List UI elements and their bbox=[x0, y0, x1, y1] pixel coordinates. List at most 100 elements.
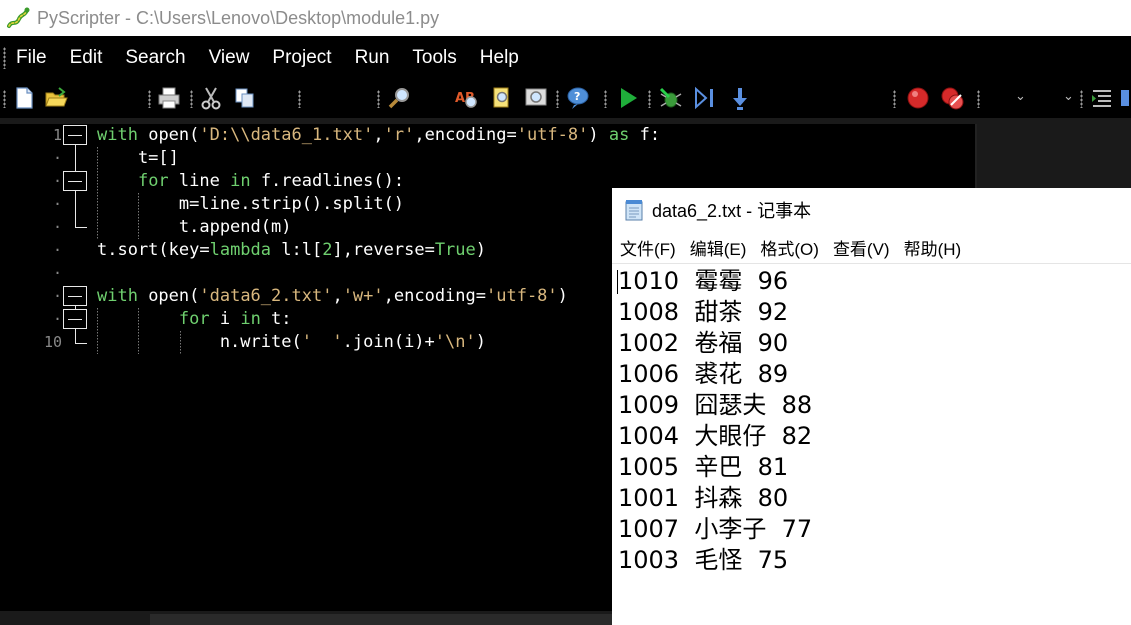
code-number: 2 bbox=[322, 240, 333, 260]
toolbar: AB ? ⌄ ⌄ bbox=[0, 80, 1131, 116]
svg-text:?: ? bbox=[574, 90, 580, 103]
horizontal-scrollbar[interactable] bbox=[150, 614, 612, 625]
menu-view[interactable]: View bbox=[209, 47, 250, 69]
step-over-icon[interactable] bbox=[726, 84, 754, 112]
code-line[interactable]: t=[] bbox=[97, 147, 179, 170]
code-text: ],reverse= bbox=[332, 240, 435, 260]
indent-icon[interactable] bbox=[1088, 84, 1116, 112]
line-number: · bbox=[52, 172, 62, 190]
find-icon[interactable] bbox=[386, 84, 414, 112]
toolbar-separator bbox=[977, 90, 980, 108]
new-file-icon[interactable] bbox=[10, 84, 38, 112]
fold-collapse-icon[interactable] bbox=[63, 286, 87, 306]
open-file-icon[interactable] bbox=[42, 84, 70, 112]
text-line: 1006 裘花 89 bbox=[618, 360, 789, 388]
text-line: 1002 卷福 90 bbox=[618, 329, 789, 357]
code-text: t: bbox=[260, 309, 292, 329]
step-into-icon[interactable] bbox=[691, 84, 719, 112]
notepad-menu-format[interactable]: 格式(O) bbox=[760, 235, 819, 260]
code-text: ) bbox=[557, 286, 568, 306]
toolbar-grip[interactable] bbox=[3, 90, 6, 108]
line-number: · bbox=[52, 149, 62, 167]
code-string: '\n' bbox=[434, 332, 476, 352]
toolbar-separator bbox=[893, 90, 896, 108]
text-line: 1010 霉霉 96 bbox=[618, 267, 789, 295]
menu-file[interactable]: File bbox=[16, 47, 47, 69]
help-icon[interactable]: ? bbox=[564, 84, 592, 112]
notepad-title: data6_2.txt - 记事本 bbox=[652, 200, 812, 221]
fold-collapse-icon[interactable] bbox=[63, 309, 87, 329]
run-icon[interactable] bbox=[614, 84, 642, 112]
copy-icon[interactable] bbox=[231, 84, 259, 112]
menu-search[interactable]: Search bbox=[125, 47, 185, 69]
toolbar-separator bbox=[648, 90, 651, 108]
code-line[interactable]: t.append(m) bbox=[97, 216, 292, 239]
code-text: n.write( bbox=[97, 332, 302, 352]
code-string: 'w+' bbox=[342, 286, 384, 306]
toolbar-separator bbox=[377, 90, 380, 108]
code-text: ,encoding= bbox=[383, 286, 486, 306]
line-number: · bbox=[52, 218, 62, 236]
combo-arrow-icon[interactable]: ⌄ bbox=[1015, 88, 1026, 104]
menu-grip-handle[interactable] bbox=[3, 47, 6, 69]
code-keyword: with bbox=[97, 125, 138, 145]
notepad-text-area[interactable]: 1010 霉霉 96 1008 甜茶 92 1002 卷福 90 1006 裘花… bbox=[618, 266, 1128, 576]
clear-breakpoints-icon[interactable] bbox=[938, 84, 966, 112]
debug-icon[interactable] bbox=[656, 84, 684, 112]
code-line[interactable]: for i in t: bbox=[97, 308, 292, 331]
notepad-menu-edit[interactable]: 编辑(E) bbox=[690, 235, 747, 260]
menu-edit[interactable]: Edit bbox=[70, 47, 103, 69]
menu-tools[interactable]: Tools bbox=[412, 47, 456, 69]
fold-end-marker bbox=[75, 343, 87, 344]
code-text: f: bbox=[629, 125, 661, 145]
menu-bar: File Edit Search View Project Run Tools … bbox=[0, 36, 1131, 80]
fold-collapse-icon[interactable] bbox=[63, 171, 87, 191]
code-keyword: lambda bbox=[209, 240, 272, 260]
code-line[interactable]: t.sort(key=lambda l:l[2],reverse=True) bbox=[97, 239, 486, 262]
code-line[interactable]: n.write(' '.join(i)+'\n') bbox=[97, 331, 486, 354]
notepad-menu-view[interactable]: 查看(V) bbox=[833, 235, 890, 260]
menu-project[interactable]: Project bbox=[272, 47, 331, 69]
code-text: ) bbox=[588, 125, 609, 145]
code-keyword: for bbox=[137, 171, 169, 191]
screen-capture-icon[interactable] bbox=[522, 84, 550, 112]
code-text: open( bbox=[137, 286, 200, 306]
code-text: t=[] bbox=[97, 148, 179, 168]
cut-icon[interactable] bbox=[197, 84, 225, 112]
editor-gutter: 1 · · · · · · · · 10 bbox=[0, 124, 95, 611]
code-line[interactable]: with open('D:\\data6_1.txt','r',encoding… bbox=[97, 124, 660, 147]
text-line: 1004 大眼仔 82 bbox=[618, 422, 813, 450]
spell-check-icon[interactable]: AB bbox=[452, 84, 480, 112]
line-number: · bbox=[52, 241, 62, 259]
line-number: · bbox=[52, 287, 62, 305]
code-line[interactable]: for line in f.readlines(): bbox=[97, 170, 404, 193]
line-number: 10 bbox=[43, 333, 62, 351]
print-icon[interactable] bbox=[155, 84, 183, 112]
code-line[interactable]: with open('data6_2.txt','w+',encoding='u… bbox=[97, 285, 568, 308]
outline-icon[interactable] bbox=[1118, 84, 1131, 112]
text-line: 1005 辛巴 81 bbox=[618, 453, 789, 481]
code-line[interactable]: m=line.strip().split() bbox=[97, 193, 404, 216]
menu-run[interactable]: Run bbox=[355, 47, 390, 69]
notepad-window[interactable]: data6_2.txt - 记事本 文件(F) 编辑(E) 格式(O) 查看(V… bbox=[612, 188, 1131, 625]
menu-help[interactable]: Help bbox=[480, 47, 519, 69]
code-text: i bbox=[209, 309, 241, 329]
window-title: PyScripter - C:\Users\Lenovo\Desktop\mod… bbox=[37, 7, 440, 28]
line-number: · bbox=[52, 310, 62, 328]
notepad-menu-bar: 文件(F) 编辑(E) 格式(O) 查看(V) 帮助(H) bbox=[612, 231, 1131, 264]
breakpoint-icon[interactable] bbox=[904, 84, 932, 112]
code-keyword: in bbox=[230, 171, 251, 191]
combo-arrow-icon[interactable]: ⌄ bbox=[1063, 88, 1074, 104]
toolbar-separator bbox=[1080, 90, 1083, 108]
notepad-menu-help[interactable]: 帮助(H) bbox=[904, 235, 962, 260]
line-number: · bbox=[52, 264, 62, 282]
find-in-files-icon[interactable] bbox=[488, 84, 516, 112]
code-text: , bbox=[332, 286, 343, 306]
notepad-menu-file[interactable]: 文件(F) bbox=[620, 235, 676, 260]
code-text: open( bbox=[148, 125, 200, 145]
code-text: line bbox=[168, 171, 231, 191]
fold-collapse-icon[interactable] bbox=[63, 125, 87, 145]
